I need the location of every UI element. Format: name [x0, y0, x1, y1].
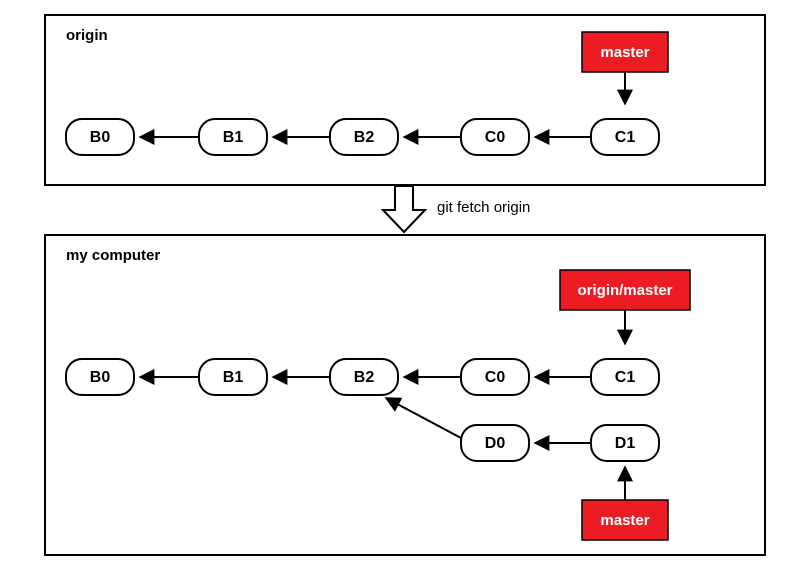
fetch-arrow-icon [383, 186, 425, 232]
origin-commits-row: B0 B1 B2 C0 C1 [66, 119, 659, 155]
commit-c0-origin: C0 [485, 129, 506, 146]
commit-b0-origin: B0 [90, 129, 111, 146]
git-fetch-diagram: origin master B0 B1 B2 C0 C1 git fetch o… [0, 0, 812, 571]
commit-d1: D1 [615, 435, 636, 452]
commit-b1-origin: B1 [223, 129, 244, 146]
commit-c1-origin: C1 [615, 129, 636, 146]
local-title: my computer [66, 247, 160, 264]
branch-master-origin-label: master [600, 44, 649, 61]
commit-c1-local: C1 [615, 369, 636, 386]
local-main-row: B0 B1 B2 C0 C1 [66, 359, 659, 395]
commit-b1-local: B1 [223, 369, 244, 386]
commit-b2-local: B2 [354, 369, 375, 386]
local-d-row: D0 D1 [386, 398, 659, 461]
commit-b2-origin: B2 [354, 129, 375, 146]
branch-origin-master-label: origin/master [577, 282, 672, 299]
origin-title: origin [66, 27, 108, 44]
branch-master-local-label: master [600, 512, 649, 529]
arrow-d0-b2 [386, 398, 461, 438]
commit-d0: D0 [485, 435, 506, 452]
commit-c0-local: C0 [485, 369, 506, 386]
commit-b0-local: B0 [90, 369, 111, 386]
fetch-command: git fetch origin [437, 199, 530, 216]
